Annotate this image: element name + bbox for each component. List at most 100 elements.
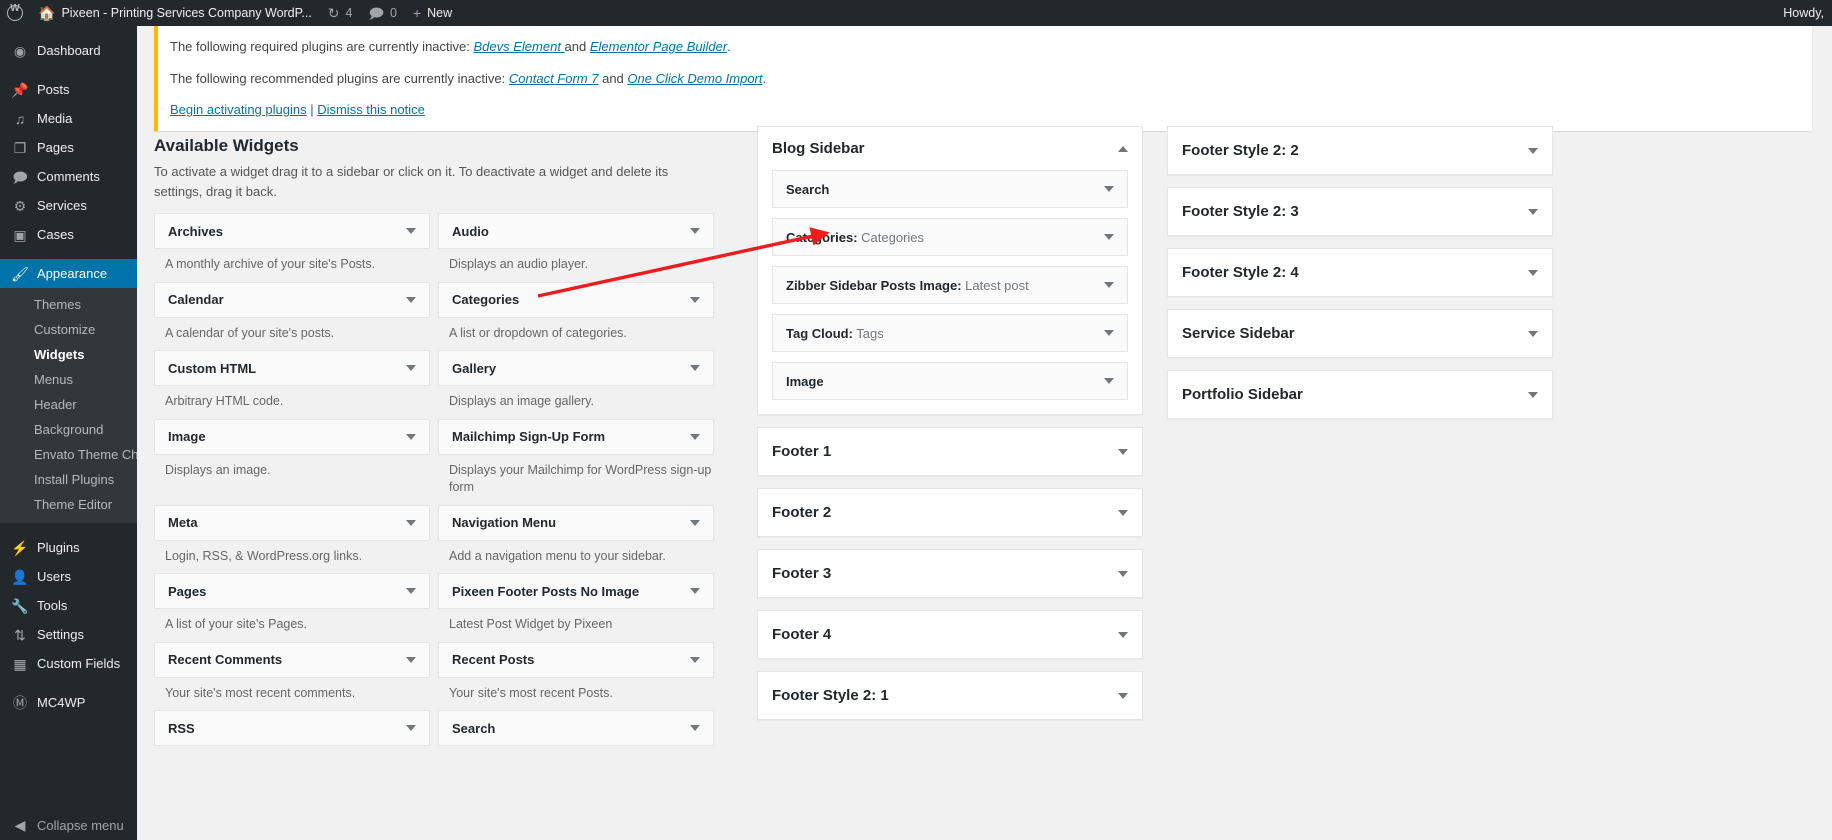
widget-toggle-navigation-menu[interactable]: Navigation Menu <box>438 505 714 541</box>
submenu-item-header[interactable]: Header <box>0 392 137 417</box>
chevron-down-icon[interactable] <box>690 657 700 663</box>
sidebar-header-portfolio-sidebar[interactable]: Portfolio Sidebar <box>1168 371 1552 418</box>
sidebar-item-cases[interactable]: ▣ Cases <box>0 220 137 249</box>
submenu-item-theme-editor[interactable]: Theme Editor <box>0 492 137 517</box>
chevron-down-icon[interactable] <box>1104 234 1114 240</box>
chevron-down-icon[interactable] <box>1118 693 1128 699</box>
sidebar-header-service-sidebar[interactable]: Service Sidebar <box>1168 310 1552 357</box>
site-name-button[interactable]: 🏠 Pixeen - Printing Services Company Wor… <box>30 0 320 26</box>
chevron-down-icon[interactable] <box>406 297 416 303</box>
sidebar-item-users[interactable]: 👤 Users <box>0 562 137 591</box>
chevron-down-icon[interactable] <box>406 657 416 663</box>
sidebar-header-blog-sidebar[interactable]: Blog Sidebar <box>758 127 1142 170</box>
chevron-down-icon[interactable] <box>1528 392 1538 398</box>
chevron-down-icon[interactable] <box>1528 270 1538 276</box>
chevron-down-icon[interactable] <box>690 520 700 526</box>
chevron-down-icon[interactable] <box>690 228 700 234</box>
widget-toggle-archives[interactable]: Archives <box>154 213 430 249</box>
submenu-item-background[interactable]: Background <box>0 417 137 442</box>
sidebar-header-footer-style-2-3[interactable]: Footer Style 2: 3 <box>1168 188 1552 235</box>
chevron-down-icon[interactable] <box>406 725 416 731</box>
chevron-down-icon[interactable] <box>1118 510 1128 516</box>
collapse-menu-button[interactable]: ◀ Collapse menu <box>0 810 137 840</box>
submenu-item-install-plugins[interactable]: Install Plugins <box>0 467 137 492</box>
sidebar-item-posts[interactable]: 📌 Posts <box>0 75 137 104</box>
sidebar-item-media[interactable]: ♫ Media <box>0 104 137 133</box>
link-bdevs-element[interactable]: Bdevs Element <box>474 39 565 54</box>
sidebar-header-footer-style-2-4[interactable]: Footer Style 2: 4 <box>1168 249 1552 296</box>
widget-toggle-pixeen-footer-posts-no-image[interactable]: Pixeen Footer Posts No Image <box>438 573 714 609</box>
chevron-down-icon[interactable] <box>690 434 700 440</box>
assigned-widget-tag-cloud[interactable]: Tag Cloud: Tags <box>772 314 1128 352</box>
sidebar-header-footer-4[interactable]: Footer 4 <box>758 611 1142 658</box>
submenu-item-customize[interactable]: Customize <box>0 317 137 342</box>
sidebar-item-mc4wp[interactable]: Ⓜ MC4WP <box>0 688 137 717</box>
dismiss-notice-link[interactable]: Dismiss this notice <box>317 102 425 117</box>
chevron-down-icon[interactable] <box>406 228 416 234</box>
chevron-down-icon[interactable] <box>1104 186 1114 192</box>
sidebar-item-settings[interactable]: ⇅ Settings <box>0 620 137 649</box>
chevron-down-icon[interactable] <box>1528 209 1538 215</box>
chevron-down-icon[interactable] <box>1528 331 1538 337</box>
assigned-widget-categories[interactable]: Categories: Categories <box>772 218 1128 256</box>
link-contact-form-7[interactable]: Contact Form 7 <box>509 71 599 86</box>
begin-activating-plugins-link[interactable]: Begin activating plugins <box>170 102 307 117</box>
sidebar-header-footer-1[interactable]: Footer 1 <box>758 428 1142 475</box>
widget-toggle-rss[interactable]: RSS <box>154 710 430 746</box>
chevron-down-icon[interactable] <box>406 588 416 594</box>
chevron-down-icon[interactable] <box>690 725 700 731</box>
widget-toggle-categories[interactable]: Categories <box>438 282 714 318</box>
chevron-down-icon[interactable] <box>1104 378 1114 384</box>
widget-toggle-gallery[interactable]: Gallery <box>438 350 714 386</box>
my-account-button[interactable]: Howdy, <box>1775 0 1832 26</box>
widget-toggle-pages[interactable]: Pages <box>154 573 430 609</box>
submenu-item-menus[interactable]: Menus <box>0 367 137 392</box>
widget-toggle-recent-comments[interactable]: Recent Comments <box>154 642 430 678</box>
comments-button[interactable]: 🗩 0 <box>360 0 405 26</box>
chevron-down-icon[interactable] <box>1528 148 1538 154</box>
sidebar-item-pages[interactable]: ❐ Pages <box>0 133 137 162</box>
assigned-widget-search[interactable]: Search <box>772 170 1128 208</box>
sidebar-header-footer-3[interactable]: Footer 3 <box>758 550 1142 597</box>
sidebar-item-comments[interactable]: 🗩 Comments <box>0 162 137 191</box>
sidebar-header-footer-style-2-1[interactable]: Footer Style 2: 1 <box>758 672 1142 719</box>
wordpress-logo-button[interactable] <box>0 0 30 26</box>
widget-toggle-mailchimp-sign-up-form[interactable]: Mailchimp Sign-Up Form <box>438 419 714 455</box>
widget-toggle-calendar[interactable]: Calendar <box>154 282 430 318</box>
link-one-click-demo-import[interactable]: One Click Demo Import <box>627 71 762 86</box>
chevron-down-icon[interactable] <box>1118 632 1128 638</box>
widget-toggle-search[interactable]: Search <box>438 710 714 746</box>
sidebar-header-footer-2[interactable]: Footer 2 <box>758 489 1142 536</box>
chevron-down-icon[interactable] <box>406 434 416 440</box>
chevron-down-icon[interactable] <box>1104 330 1114 336</box>
chevron-up-icon[interactable] <box>1118 146 1128 152</box>
chevron-down-icon[interactable] <box>406 520 416 526</box>
new-content-button[interactable]: + New <box>405 0 460 26</box>
sidebar-item-custom-fields[interactable]: ▦ Custom Fields <box>0 649 137 678</box>
chevron-down-icon[interactable] <box>1118 571 1128 577</box>
submenu-item-themes[interactable]: Themes <box>0 292 137 317</box>
chevron-down-icon[interactable] <box>406 365 416 371</box>
link-elementor-page-builder[interactable]: Elementor Page Builder <box>590 39 727 54</box>
assigned-widget-zibber-sidebar-posts-image[interactable]: Zibber Sidebar Posts Image: Latest post <box>772 266 1128 304</box>
chevron-down-icon[interactable] <box>690 365 700 371</box>
widget-toggle-image[interactable]: Image <box>154 419 430 455</box>
widget-toggle-meta[interactable]: Meta <box>154 505 430 541</box>
chevron-down-icon[interactable] <box>690 297 700 303</box>
widget-toggle-recent-posts[interactable]: Recent Posts <box>438 642 714 678</box>
chevron-down-icon[interactable] <box>1118 449 1128 455</box>
sidebar-item-tools[interactable]: 🔧 Tools <box>0 591 137 620</box>
assigned-widget-image[interactable]: Image <box>772 362 1128 400</box>
sidebar-item-dashboard[interactable]: ◉ Dashboard <box>0 36 137 65</box>
sidebar-header-footer-style-2-2[interactable]: Footer Style 2: 2 <box>1168 127 1552 174</box>
chevron-down-icon[interactable] <box>1104 282 1114 288</box>
sidebar-item-services[interactable]: ⚙ Services <box>0 191 137 220</box>
submenu-item-envato-theme-check[interactable]: Envato Theme Check <box>0 442 137 467</box>
widget-toggle-custom-html[interactable]: Custom HTML <box>154 350 430 386</box>
updates-button[interactable]: ↻ 4 <box>320 0 361 26</box>
sidebar-item-plugins[interactable]: ⚡ Plugins <box>0 533 137 562</box>
submenu-item-widgets[interactable]: Widgets <box>0 342 137 367</box>
sidebar-item-appearance[interactable]: 🖌 Appearance <box>0 259 137 288</box>
chevron-down-icon[interactable] <box>690 588 700 594</box>
widget-toggle-audio[interactable]: Audio <box>438 213 714 249</box>
